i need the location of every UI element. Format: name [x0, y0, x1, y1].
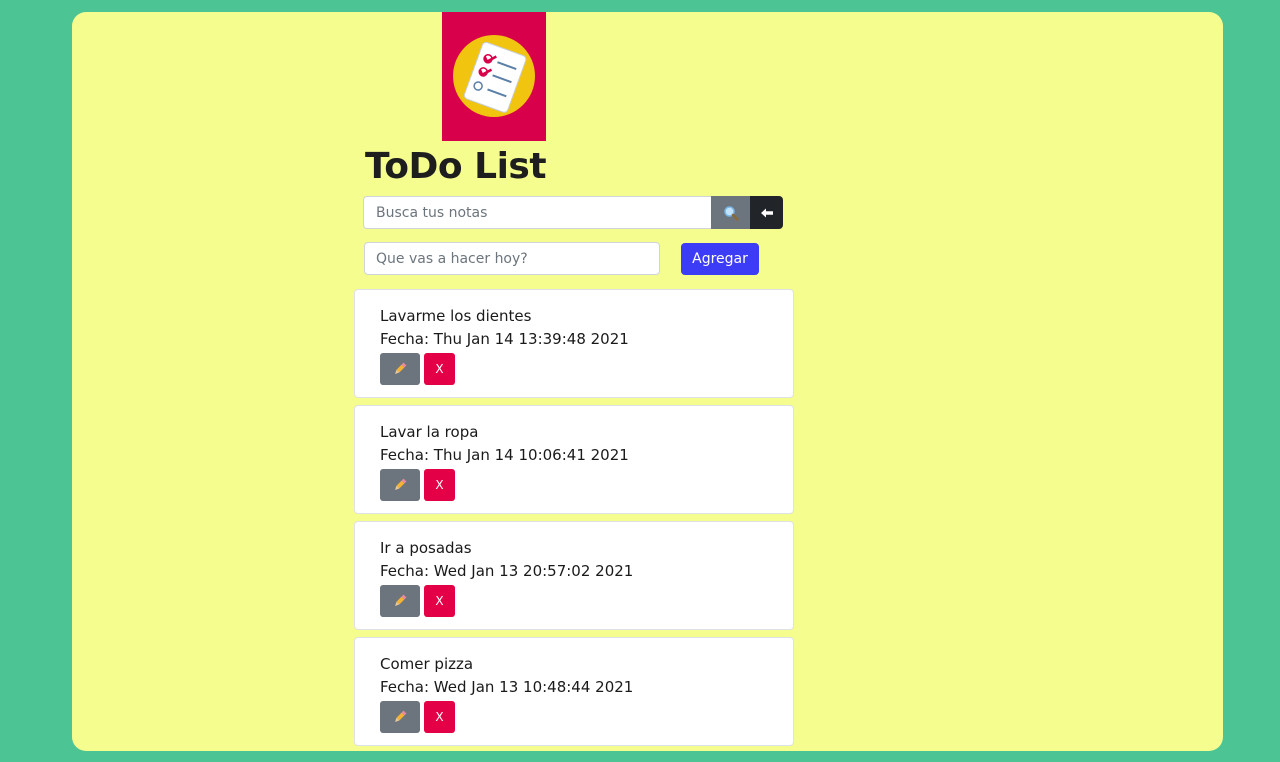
arrow-left-icon: [760, 208, 773, 217]
task-card: Comer pizza Fecha: Wed Jan 13 10:48:44 2…: [354, 637, 794, 746]
search-button[interactable]: [711, 196, 750, 229]
task-date: Fecha: Wed Jan 13 20:57:02 2021: [380, 562, 634, 580]
task-title: Lavarme los dientes: [380, 307, 532, 325]
pencil-icon: [395, 710, 407, 722]
search-input[interactable]: [363, 196, 711, 229]
task-title: Comer pizza: [380, 655, 474, 673]
add-task-button[interactable]: Agregar: [681, 243, 759, 275]
new-task-input[interactable]: [364, 242, 660, 275]
task-list: Lavarme los dientes Fecha: Thu Jan 14 13…: [354, 289, 794, 751]
task-card: Lavarme los dientes Fecha: Thu Jan 14 13…: [354, 289, 794, 398]
search-bar: [363, 196, 783, 229]
task-title: Lavar la ropa: [380, 423, 479, 441]
delete-task-button[interactable]: X: [424, 701, 455, 733]
task-date: Fecha: Wed Jan 13 10:48:44 2021: [380, 678, 634, 696]
edit-task-button[interactable]: [380, 701, 420, 733]
edit-task-button[interactable]: [380, 353, 420, 385]
delete-task-button[interactable]: X: [424, 469, 455, 501]
back-button[interactable]: [750, 196, 783, 229]
edit-task-button[interactable]: [380, 585, 420, 617]
app-logo: [442, 12, 546, 141]
magnifier-icon: [723, 205, 739, 221]
task-card: Ir a posadas Fecha: Wed Jan 13 20:57:02 …: [354, 521, 794, 630]
pencil-icon: [395, 362, 407, 374]
pencil-icon: [395, 478, 407, 490]
pencil-icon: [395, 594, 407, 606]
task-actions: X: [380, 701, 793, 733]
edit-task-button[interactable]: [380, 469, 420, 501]
checklist-icon: [453, 35, 535, 117]
task-date: Fecha: Thu Jan 14 10:06:41 2021: [380, 446, 629, 464]
task-actions: X: [380, 585, 793, 617]
delete-task-button[interactable]: X: [424, 353, 455, 385]
task-date: Fecha: Thu Jan 14 13:39:48 2021: [380, 330, 629, 348]
page-title: ToDo List: [365, 146, 547, 187]
delete-task-button[interactable]: X: [424, 585, 455, 617]
task-title: Ir a posadas: [380, 539, 472, 557]
main-panel: ToDo List Agregar Lavarme los dientes Fe…: [72, 12, 1223, 751]
task-card: Lavar la ropa Fecha: Thu Jan 14 10:06:41…: [354, 405, 794, 514]
task-actions: X: [380, 469, 793, 501]
task-actions: X: [380, 353, 793, 385]
